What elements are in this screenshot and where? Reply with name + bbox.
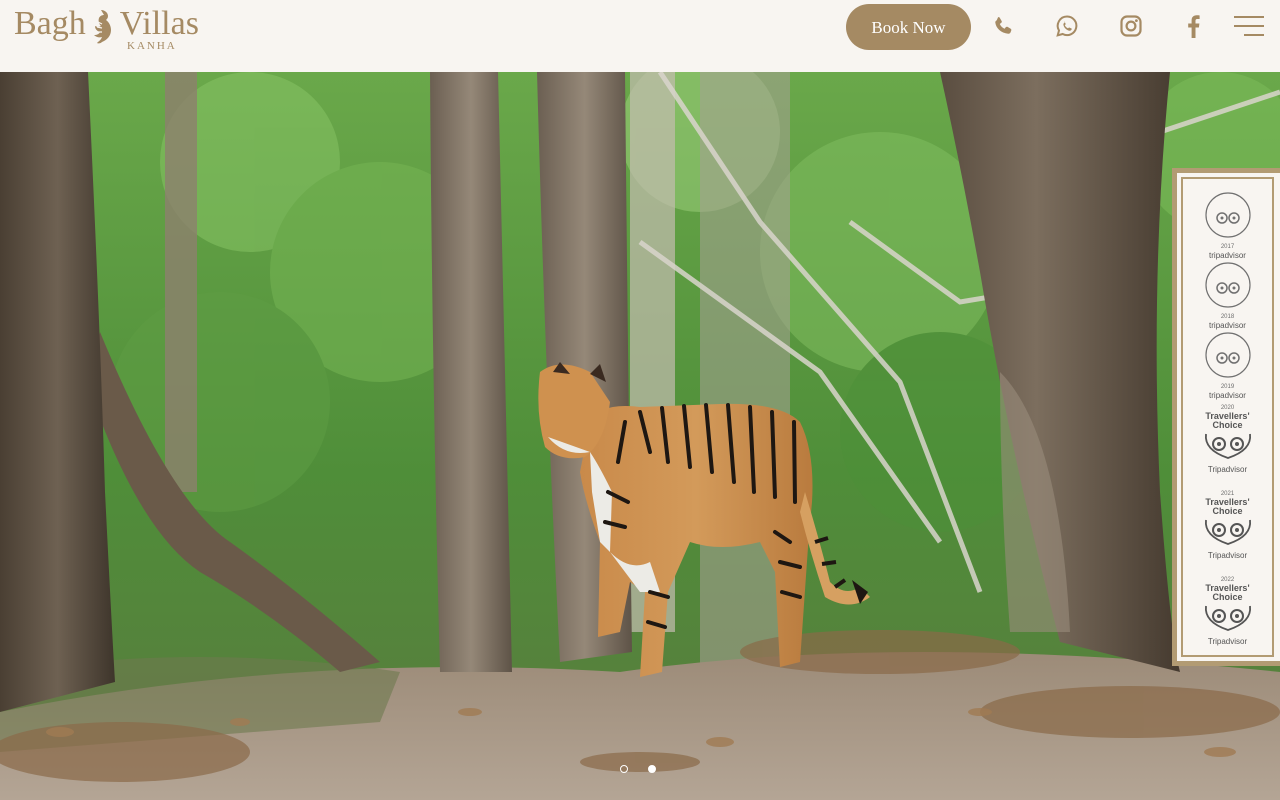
certificate-of-excellence-icon	[1204, 332, 1251, 378]
award-badge-2020[interactable]: 2020 Travellers' Choice Tripadvisor	[1202, 405, 1254, 474]
award-title: Travellers' Choice	[1205, 497, 1250, 516]
awards-panel: 2017 tripadvisor 2018 tripadvisor 2019 t…	[1172, 168, 1280, 666]
award-brand: tripadvisor	[1209, 321, 1246, 330]
logo-name-part2: Villas	[119, 5, 199, 42]
logo-name-part1: Bagh	[14, 5, 86, 42]
instagram-icon[interactable]	[1115, 10, 1147, 42]
award-brand: Tripadvisor	[1207, 551, 1248, 560]
award-title: Travellers' Choice	[1205, 411, 1250, 430]
slider-pagination	[620, 765, 656, 773]
facebook-icon[interactable]	[1177, 10, 1209, 42]
tiger-logo-icon	[94, 10, 111, 44]
book-now-button[interactable]: Book Now	[846, 4, 971, 50]
travellers-choice-icon	[1204, 519, 1251, 545]
award-brand: tripadvisor	[1209, 391, 1246, 400]
phone-icon[interactable]	[987, 10, 1019, 42]
site-header: Bagh Villas KANHA Book Now	[0, 0, 1280, 72]
award-badge-2022[interactable]: 2022 Travellers' Choice Tripadvisor	[1202, 577, 1254, 646]
slider-dot-2[interactable]	[648, 765, 656, 773]
award-year: 2019	[1220, 384, 1235, 390]
logo[interactable]: Bagh Villas KANHA	[14, 4, 199, 54]
award-title: Travellers' Choice	[1205, 583, 1250, 602]
award-badge-2018[interactable]: 2018 tripadvisor	[1204, 261, 1252, 330]
hero-image	[0, 72, 1280, 800]
tiger-forest-photo	[0, 72, 1280, 800]
slider-dot-1[interactable]	[620, 765, 628, 773]
certificate-of-excellence-icon	[1204, 192, 1251, 238]
certificate-of-excellence-icon	[1204, 262, 1251, 308]
logo-location: KANHA	[127, 40, 177, 52]
travellers-choice-icon	[1204, 605, 1251, 631]
awards-frame: 2017 tripadvisor 2018 tripadvisor 2019 t…	[1181, 177, 1274, 657]
travellers-choice-icon	[1204, 433, 1251, 459]
award-brand: Tripadvisor	[1207, 637, 1248, 646]
award-year: 2018	[1220, 314, 1235, 320]
award-brand: Tripadvisor	[1207, 465, 1248, 474]
whatsapp-icon[interactable]	[1051, 10, 1083, 42]
award-brand: tripadvisor	[1209, 251, 1246, 260]
award-badge-2017[interactable]: 2017 tripadvisor	[1204, 191, 1252, 260]
award-badge-2021[interactable]: 2021 Travellers' Choice Tripadvisor	[1202, 491, 1254, 560]
menu-icon[interactable]	[1232, 10, 1266, 42]
award-year: 2017	[1220, 244, 1235, 250]
award-badge-2019[interactable]: 2019 tripadvisor	[1204, 331, 1252, 400]
